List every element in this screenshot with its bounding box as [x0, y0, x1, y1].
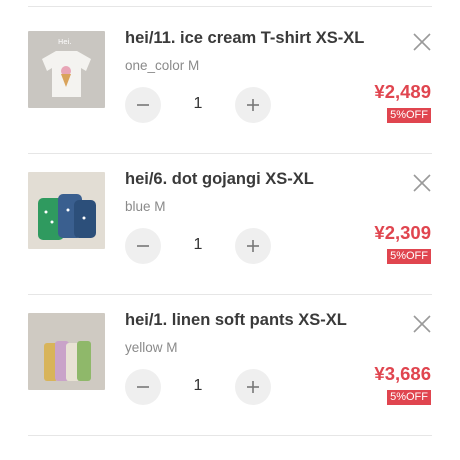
- increase-quantity-button[interactable]: [235, 369, 271, 405]
- quantity-value: 1: [193, 236, 203, 253]
- discount-badge: 5%OFF: [387, 390, 431, 405]
- close-icon: [413, 315, 431, 333]
- divider: [28, 435, 432, 436]
- close-icon: [413, 33, 431, 51]
- product-variant: yellow M: [125, 340, 178, 355]
- product-variant: one_color M: [125, 58, 200, 73]
- product-variant: blue M: [125, 199, 166, 214]
- quantity-value: 1: [193, 95, 203, 112]
- plus-icon: [247, 381, 259, 393]
- product-title[interactable]: hei/6. dot gojangi XS-XL: [125, 170, 314, 189]
- increase-quantity-button[interactable]: [235, 87, 271, 123]
- decrease-quantity-button[interactable]: [125, 228, 161, 264]
- divider: [28, 153, 432, 154]
- quantity-value: 1: [193, 377, 203, 394]
- minus-icon: [137, 386, 149, 388]
- cart-item: hei/6. dot gojangi XS-XL blue M 1 ¥2,309…: [28, 170, 432, 313]
- increase-quantity-button[interactable]: [235, 228, 271, 264]
- remove-item-button[interactable]: [413, 33, 431, 51]
- item-price: ¥2,489: [374, 81, 431, 102]
- product-thumbnail[interactable]: [28, 172, 105, 249]
- thumbnail-logo-text: Hei.: [58, 38, 72, 46]
- product-thumbnail[interactable]: [28, 313, 105, 390]
- item-price: ¥2,309: [374, 222, 431, 243]
- close-icon: [413, 174, 431, 192]
- product-title[interactable]: hei/11. ice cream T-shirt XS-XL: [125, 29, 364, 48]
- plus-icon: [247, 240, 259, 252]
- cart-item: Hei. hei/11. ice cream T-shirt XS-XL one…: [28, 29, 432, 172]
- product-thumbnail[interactable]: Hei.: [28, 31, 105, 108]
- plus-icon: [247, 99, 259, 111]
- item-price: ¥3,686: [374, 363, 431, 384]
- divider: [28, 294, 432, 295]
- remove-item-button[interactable]: [413, 315, 431, 333]
- decrease-quantity-button[interactable]: [125, 369, 161, 405]
- cart-item: hei/1. linen soft pants XS-XL yellow M 1…: [28, 311, 432, 454]
- divider: [28, 6, 432, 7]
- minus-icon: [137, 245, 149, 247]
- minus-icon: [137, 104, 149, 106]
- decrease-quantity-button[interactable]: [125, 87, 161, 123]
- discount-badge: 5%OFF: [387, 108, 431, 123]
- discount-badge: 5%OFF: [387, 249, 431, 264]
- remove-item-button[interactable]: [413, 174, 431, 192]
- product-title[interactable]: hei/1. linen soft pants XS-XL: [125, 311, 347, 330]
